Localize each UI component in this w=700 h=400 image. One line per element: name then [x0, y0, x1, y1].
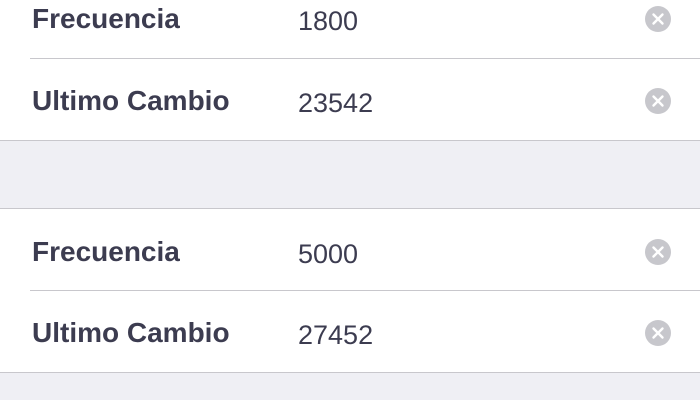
- clear-icon[interactable]: [645, 320, 671, 346]
- row-separator: [30, 58, 700, 59]
- clear-icon[interactable]: [645, 6, 671, 32]
- settings-group-1: Frecuencia 1800 Ultimo Cambio 23542: [0, 0, 700, 141]
- frecuencia-label: Frecuencia: [32, 236, 180, 267]
- frecuencia-label: Frecuencia: [32, 3, 180, 34]
- row-separator: [30, 290, 700, 291]
- settings-group-2: Frecuencia 5000 Ultimo Cambio 27452: [0, 208, 700, 373]
- clear-icon[interactable]: [645, 239, 671, 265]
- ultimo-cambio-row: Ultimo Cambio 27452: [0, 292, 700, 373]
- frecuencia-field[interactable]: 1800: [298, 0, 358, 62]
- frecuencia-field[interactable]: 5000: [298, 214, 358, 295]
- ultimo-cambio-label: Ultimo Cambio: [32, 317, 230, 348]
- ultimo-cambio-field[interactable]: 23542: [298, 63, 373, 144]
- ultimo-cambio-label: Ultimo Cambio: [32, 85, 230, 116]
- clear-icon[interactable]: [645, 88, 671, 114]
- frecuencia-row: Frecuencia 1800: [0, 0, 700, 59]
- ultimo-cambio-field[interactable]: 27452: [298, 295, 373, 376]
- frecuencia-row: Frecuencia 5000: [0, 211, 700, 292]
- ultimo-cambio-row: Ultimo Cambio 23542: [0, 60, 700, 141]
